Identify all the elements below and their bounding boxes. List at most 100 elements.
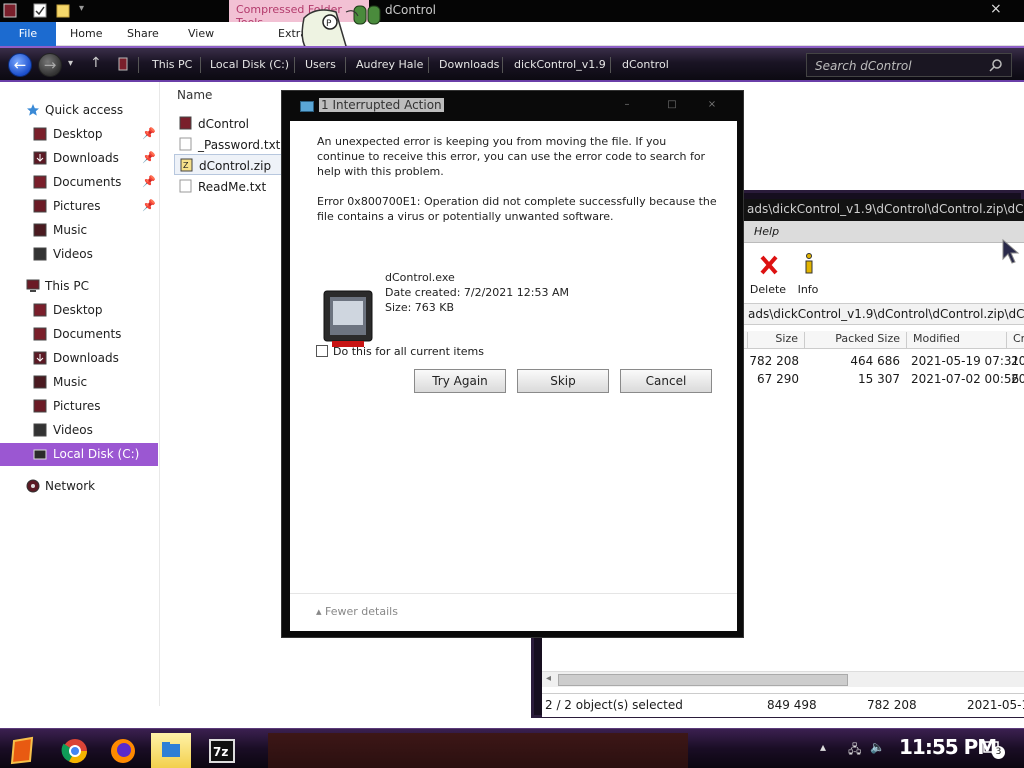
info-button[interactable]: Info xyxy=(788,249,828,299)
sidebar-item-pc-videos[interactable]: Videos xyxy=(0,419,158,441)
status-size: 849 498 xyxy=(767,698,817,712)
tab-home[interactable]: Home xyxy=(70,22,102,46)
breadcrumb: This PC Local Disk (C:) Users Audrey Hal… xyxy=(112,52,792,78)
dialog-close-button[interactable]: × xyxy=(697,99,727,111)
firefox-icon[interactable] xyxy=(103,733,143,768)
column-header-size[interactable]: Size xyxy=(747,332,802,349)
tab-file[interactable]: File xyxy=(0,22,56,46)
crumb-this-pc[interactable]: This PC xyxy=(152,58,192,71)
chrome-icon[interactable] xyxy=(55,733,95,768)
sidebar-item-this-pc[interactable]: This PC xyxy=(0,275,158,297)
pin-icon[interactable]: 📌 xyxy=(142,175,156,188)
apply-all-checkbox-row[interactable]: Do this for all current items xyxy=(316,345,516,361)
sidebar-item-label: Desktop xyxy=(53,303,103,317)
sidebar-item-downloads[interactable]: Downloads 📌 xyxy=(0,147,158,169)
back-button[interactable]: ← xyxy=(8,53,32,77)
cell-modified: 2021-07-02 00:56 xyxy=(911,372,1020,386)
cell-packed: 15 307 xyxy=(858,372,900,386)
column-header-modified[interactable]: Modified xyxy=(906,332,1004,349)
pin-icon[interactable]: 📌 xyxy=(142,199,156,212)
network-tray-icon[interactable]: 🖧 xyxy=(848,740,861,761)
sidebar-item-label: Music xyxy=(53,223,88,237)
search-box[interactable]: Search dControl xyxy=(806,53,1012,77)
maximize-button[interactable]: □ xyxy=(657,99,687,111)
crumb-downloads[interactable]: Downloads xyxy=(439,58,499,71)
notifications-icon[interactable]: 3 xyxy=(983,741,1005,759)
sidebar-item-videos[interactable]: Videos xyxy=(0,243,158,265)
dialog-title-bar[interactable]: 1 Interrupted Action – □ × xyxy=(282,91,745,119)
minimize-button[interactable]: – xyxy=(612,99,642,111)
sidebar-item-pc-music[interactable]: Music xyxy=(0,371,158,393)
list-item[interactable]: ReadMe.txt xyxy=(174,176,284,197)
tab-view[interactable]: View xyxy=(188,22,214,46)
new-folder-icon[interactable] xyxy=(56,3,70,18)
volume-icon[interactable]: 🔈 xyxy=(870,740,885,754)
list-item[interactable]: Z dControl.zip xyxy=(174,154,284,175)
scroll-left-icon[interactable]: ◂ xyxy=(546,673,551,684)
sidebar-item-pc-desktop[interactable]: Desktop xyxy=(0,299,158,321)
crumb-local-disk[interactable]: Local Disk (C:) xyxy=(210,58,289,71)
error-message: An unexpected error is keeping you from … xyxy=(317,135,706,178)
menu-help[interactable]: Help xyxy=(754,225,779,238)
up-button[interactable]: ↑ xyxy=(90,55,102,71)
list-item[interactable]: dControl xyxy=(174,113,284,134)
dialog-title: 1 Interrupted Action xyxy=(319,98,444,112)
column-header-created[interactable]: Cre xyxy=(1006,332,1024,349)
clock[interactable]: 11:55 PM xyxy=(899,735,997,759)
tray-overflow-icon[interactable]: ▴ xyxy=(820,740,826,754)
sidebar-item-pictures[interactable]: Pictures 📌 xyxy=(0,195,158,217)
interrupted-action-dialog[interactable]: 1 Interrupted Action – □ × An unexpected… xyxy=(281,90,744,638)
search-placeholder: Search dControl xyxy=(815,59,912,73)
music-icon xyxy=(33,223,47,237)
sidebar-item-pc-pictures[interactable]: Pictures xyxy=(0,395,158,417)
horizontal-scrollbar[interactable]: ◂ xyxy=(542,671,1024,687)
properties-icon[interactable] xyxy=(33,3,47,18)
pin-icon[interactable]: 📌 xyxy=(142,127,156,140)
sidebar-item-pc-documents[interactable]: Documents xyxy=(0,323,158,345)
forward-button[interactable]: → xyxy=(38,53,62,77)
sidebar-item-network[interactable]: Network xyxy=(0,475,158,497)
svg-text:P: P xyxy=(326,19,332,29)
start-icon[interactable] xyxy=(4,733,44,768)
7zip-status-bar: 2 / 2 object(s) selected 849 498 782 208… xyxy=(542,693,1024,717)
sidebar-item-local-disk[interactable]: Local Disk (C:) xyxy=(0,443,158,466)
text-file-icon xyxy=(179,179,192,193)
close-button[interactable]: × xyxy=(990,1,1002,17)
folder-icon xyxy=(162,742,180,757)
crumb-dickcontrol[interactable]: dickControl_v1.9 xyxy=(514,58,606,71)
skip-button[interactable]: Skip xyxy=(517,369,609,393)
file-explorer-icon[interactable] xyxy=(151,733,191,768)
try-again-button[interactable]: Try Again xyxy=(414,369,506,393)
sidebar-item-label: Pictures xyxy=(53,199,101,213)
column-header-name[interactable]: Name xyxy=(177,88,212,102)
crumb-audrey-hale[interactable]: Audrey Hale xyxy=(356,58,423,71)
crumb-users[interactable]: Users xyxy=(305,58,336,71)
sidebar-item-documents[interactable]: Documents 📌 xyxy=(0,171,158,193)
scrollbar-thumb[interactable] xyxy=(558,674,848,686)
crumb-dcontrol[interactable]: dControl xyxy=(622,58,669,71)
window-title: dControl xyxy=(385,3,436,17)
file-date-created: Date created: 7/2/2021 12:53 AM xyxy=(385,286,570,299)
sidebar-item-desktop[interactable]: Desktop 📌 xyxy=(0,123,158,145)
sidebar-item-music[interactable]: Music xyxy=(0,219,158,241)
qa-dropdown-icon[interactable]: ▾ xyxy=(79,3,84,14)
documents-icon xyxy=(33,175,47,189)
sidebar-item-label: Quick access xyxy=(45,103,124,117)
recent-locations-icon[interactable]: ▾ xyxy=(68,58,73,69)
apply-all-checkbox[interactable] xyxy=(316,345,328,357)
sidebar-item-quick-access[interactable]: Quick access xyxy=(0,99,158,121)
tab-share[interactable]: Share xyxy=(127,22,159,46)
pictures-icon xyxy=(33,199,47,213)
cell-packed: 464 686 xyxy=(850,354,900,368)
delete-button[interactable]: Delete xyxy=(748,249,788,299)
7zip-icon[interactable]: 7z xyxy=(202,733,242,768)
list-item[interactable]: _Password.txt xyxy=(174,134,284,155)
sidebar-item-pc-downloads[interactable]: Downloads xyxy=(0,347,158,369)
ribbon-tabs: File Home Share View Extract xyxy=(0,22,1024,46)
cancel-button[interactable]: Cancel xyxy=(620,369,712,393)
fewer-details-link[interactable]: ▴ Fewer details xyxy=(316,605,398,618)
desktop-icon xyxy=(33,127,47,141)
pin-icon[interactable]: 📌 xyxy=(142,151,156,164)
column-header-packed-size[interactable]: Packed Size xyxy=(804,332,904,349)
svg-text:7z: 7z xyxy=(213,745,228,759)
